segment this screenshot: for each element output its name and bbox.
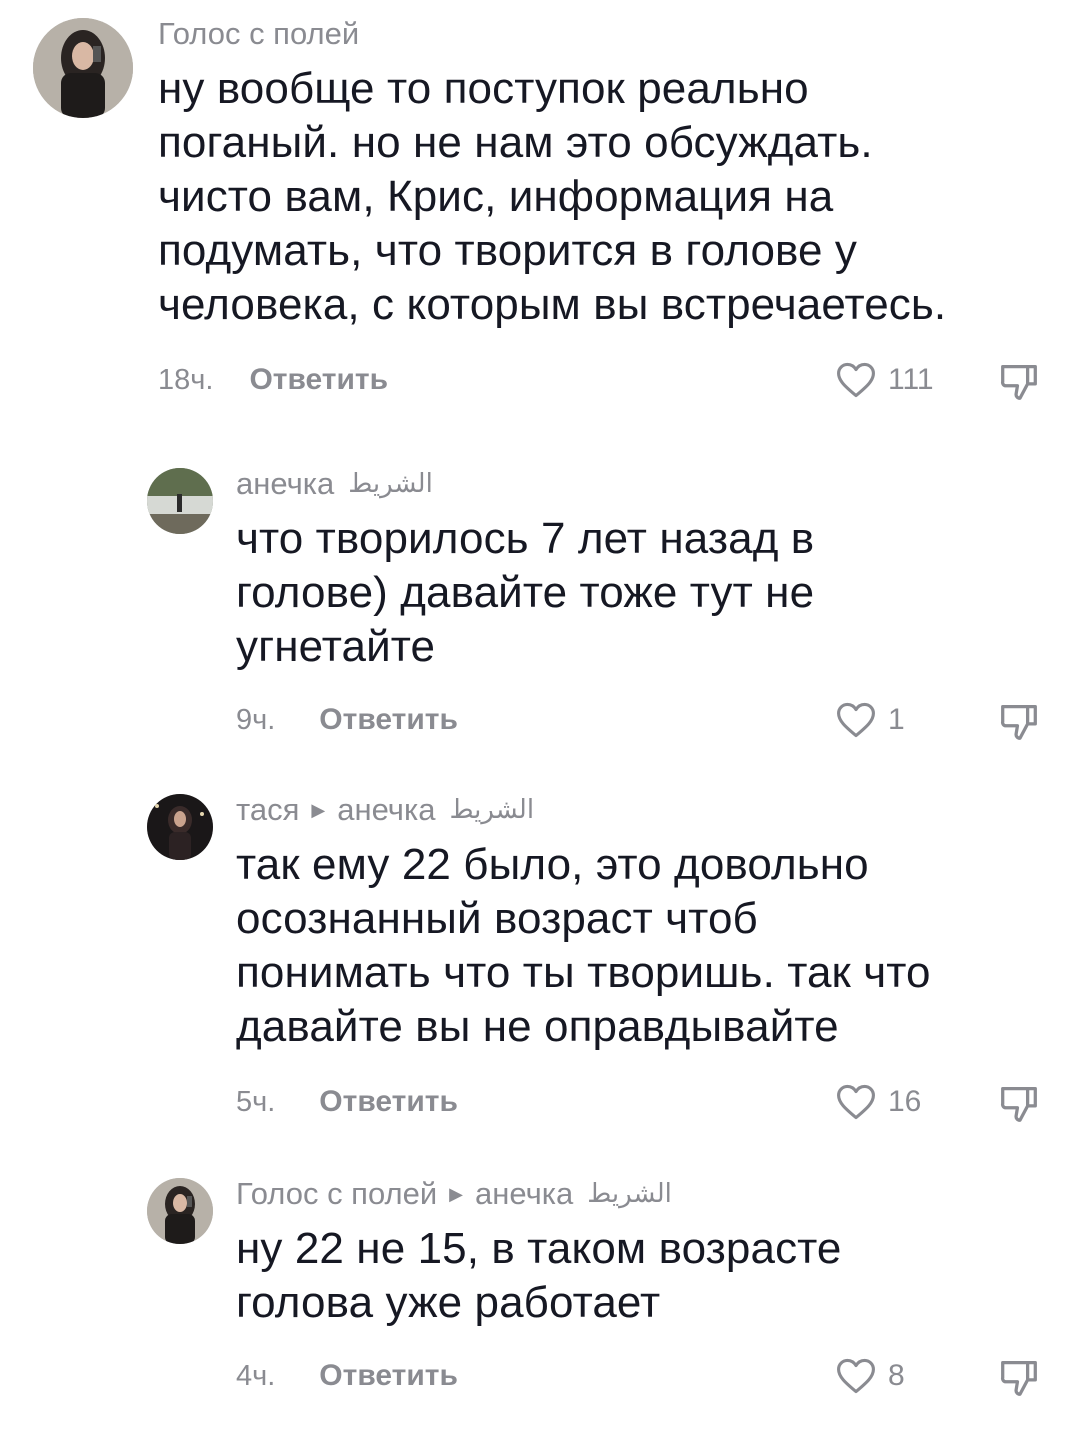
author-badge: الشريط	[449, 794, 535, 825]
author-name[interactable]: тася	[236, 794, 299, 825]
comment-meta: 4ч. Ответить	[236, 1356, 458, 1396]
reply-to-name[interactable]: анечка	[337, 794, 435, 825]
comment-time: 4ч.	[236, 1359, 276, 1392]
thumbs-down-outline-icon	[1000, 704, 1037, 740]
heart-outline-icon	[837, 362, 875, 398]
reply-item: Голос с полей ▶ анечка الشريط ну 22 не 1…	[0, 1160, 1080, 1432]
comment-time: 5ч.	[236, 1085, 276, 1118]
avatar[interactable]	[147, 1178, 213, 1244]
triangle-right-icon: ▶	[449, 1183, 464, 1204]
reply-button[interactable]: Ответить	[249, 363, 388, 397]
comment-author[interactable]: Голос с полей	[158, 18, 359, 49]
comment-time: 18ч.	[158, 363, 214, 396]
comment-text: ну 22 не 15, в таком возрасте голова уже…	[236, 1224, 842, 1327]
avatar-image	[147, 468, 213, 534]
avatar-image	[33, 18, 133, 118]
avatar-image	[147, 1178, 213, 1244]
like-button[interactable]: 8	[834, 1352, 905, 1400]
like-count: 8	[888, 1359, 905, 1392]
heart-outline-icon	[837, 1358, 875, 1394]
comment-text: ну вообще то поступок реально поганый. н…	[158, 64, 947, 329]
comment-text: так ему 22 было, это довольно осознанный…	[236, 840, 931, 1051]
author-badge: الشريط	[587, 1178, 672, 1209]
dislike-button[interactable]	[996, 1080, 1042, 1126]
comment-text: что творилось 7 лет назад в голове) дава…	[236, 514, 815, 671]
comment-meta: 9ч. Ответить	[236, 700, 458, 740]
like-count: 16	[888, 1085, 922, 1118]
reply-button[interactable]: Ответить	[319, 1085, 458, 1119]
thumbs-down-outline-icon	[1000, 1360, 1037, 1396]
reply-button[interactable]: Ответить	[319, 703, 458, 737]
dislike-button[interactable]	[996, 698, 1042, 744]
comment-meta: 5ч. Ответить	[236, 1082, 458, 1122]
avatar[interactable]	[33, 18, 133, 118]
comment-author[interactable]: Голос с полей ▶ анечка الشريط	[236, 1178, 672, 1209]
comment-time: 9ч.	[236, 703, 276, 736]
heart-outline-icon	[837, 702, 875, 738]
reply-item: тася ▶ анечка الشريط так ему 22 было, эт…	[0, 780, 1080, 1160]
triangle-right-icon: ▶	[311, 799, 326, 820]
dislike-button[interactable]	[996, 358, 1042, 404]
like-count: 111	[888, 363, 934, 396]
comment-author[interactable]: анечка الشريط	[236, 468, 433, 499]
like-button[interactable]: 111	[834, 356, 934, 404]
author-name[interactable]: Голос с полей	[236, 1178, 437, 1209]
thumbs-down-outline-icon	[1000, 1086, 1037, 1122]
comment-item: Голос с полей ну вообще то поступок реал…	[0, 0, 1080, 440]
heart-outline-icon	[837, 1084, 875, 1120]
comment-meta: 18ч. Ответить	[158, 360, 388, 400]
comment-author[interactable]: тася ▶ анечка الشريط	[236, 794, 534, 825]
avatar[interactable]	[147, 794, 213, 860]
avatar-image	[147, 794, 213, 860]
like-count: 1	[888, 703, 905, 736]
reply-button[interactable]: Ответить	[319, 1359, 458, 1393]
author-name[interactable]: Голос с полей	[158, 18, 359, 49]
like-button[interactable]: 1	[834, 696, 905, 744]
thumbs-down-outline-icon	[1000, 364, 1037, 400]
reply-to-name[interactable]: анечка	[475, 1178, 573, 1209]
avatar[interactable]	[147, 468, 213, 534]
author-badge: الشريط	[348, 468, 433, 499]
reply-item: анечка الشريط что творилось 7 лет назад …	[0, 440, 1080, 780]
author-name[interactable]: анечка	[236, 468, 334, 499]
like-button[interactable]: 16	[834, 1078, 921, 1126]
dislike-button[interactable]	[996, 1354, 1042, 1400]
